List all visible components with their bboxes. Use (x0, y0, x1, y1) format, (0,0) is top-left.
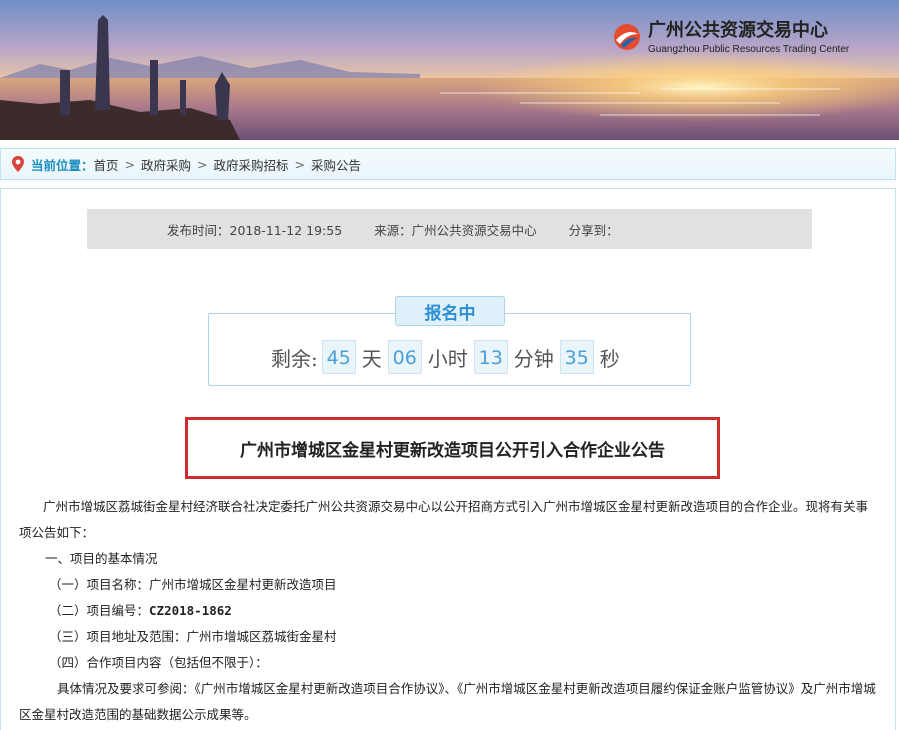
registration-status-badge: 报名中 (395, 296, 505, 326)
location-pin-icon (12, 156, 24, 172)
breadcrumb-label: 当前位置： (31, 157, 94, 173)
breadcrumb-separator: > (197, 156, 208, 172)
share-label[interactable]: 分享到： (569, 220, 619, 239)
project-code-line: （二）项目编号：CZ2018-1862 (19, 598, 879, 624)
project-address-label: （三）项目地址及范围： (49, 629, 187, 644)
breadcrumb-home-link[interactable]: 首页 (94, 155, 119, 174)
project-name-value: 广州市增城区金星村更新改造项目 (149, 577, 337, 592)
countdown-hours: 06 (387, 340, 422, 374)
project-code-label: （二）项目编号： (49, 603, 150, 618)
announcement-body: 广州市增城区荔城街金星村经济联合社决定委托广州公共资源交易中心以公开招商方式引入… (19, 494, 879, 728)
detail-paragraph: 具体情况及要求可参阅：《广州市增城区金星村更新改造项目合作协议》、《广州市增城区… (19, 681, 876, 722)
breadcrumb-tender-link[interactable]: 政府采购招标 (214, 155, 289, 174)
logo-icon (614, 24, 640, 50)
project-address-value: 广州市增城区荔城街金星村 (186, 629, 337, 644)
breadcrumb-gov-procurement-link[interactable]: 政府采购 (141, 155, 191, 174)
logo-text-en: Guangzhou Public Resources Trading Cente… (648, 44, 850, 55)
countdown-minutes: 13 (473, 340, 508, 374)
project-name-label: （一）项目名称： (49, 577, 150, 592)
breadcrumb-separator: > (124, 156, 136, 172)
project-scope-line: （四）合作项目内容（包括但不限于）： (49, 655, 268, 670)
publish-time: 发布时间：2018-11-12 19:55 (167, 222, 343, 238)
breadcrumb-separator: > (294, 156, 306, 172)
countdown-prefix: 剩余: (271, 346, 318, 371)
site-logo[interactable]: 广州公共资源交易中心 Guangzhou Public Resources Tr… (612, 20, 849, 56)
countdown-days: 45 (321, 340, 356, 374)
countdown-minutes-unit: 分钟 (513, 346, 554, 371)
countdown-days-unit: 天 (361, 346, 382, 371)
article-meta-bar: 发布时间：2018-11-12 19:55 来源：广州公共资源交易中心 分享到： (87, 209, 812, 249)
breadcrumb: 当前位置： 首页 > 政府采购 > 政府采购招标 > 采购公告 (0, 148, 896, 180)
countdown-seconds-unit: 秒 (599, 346, 620, 371)
header-banner: 广州公共资源交易中心 Guangzhou Public Resources Tr… (0, 0, 899, 140)
logo-text-cn: 广州公共资源交易中心 (648, 20, 828, 41)
project-address-line: （三）项目地址及范围：广州市增城区荔城街金星村 (19, 624, 879, 650)
project-name-line: （一）项目名称：广州市增城区金星村更新改造项目 (19, 572, 879, 598)
project-code-value: CZ2018-1862 (149, 603, 232, 618)
announcement-title: 广州市增城区金星村更新改造项目公开引入合作企业公告 (185, 417, 720, 479)
breadcrumb-announcement-link[interactable]: 采购公告 (311, 155, 361, 174)
countdown-hours-unit: 小时 (427, 346, 468, 371)
countdown-seconds: 35 (559, 340, 594, 374)
countdown-timer: 剩余: 45 天 06 小时 13 分钟 35 秒 (271, 340, 622, 374)
article-content: 发布时间：2018-11-12 19:55 来源：广州公共资源交易中心 分享到：… (0, 188, 896, 730)
intro-paragraph: 广州市增城区荔城街金星村经济联合社决定委托广州公共资源交易中心以公开招商方式引入… (19, 499, 869, 540)
section-heading: 一、项目的基本情况 (45, 551, 158, 566)
article-source: 来源：广州公共资源交易中心 (374, 222, 537, 238)
